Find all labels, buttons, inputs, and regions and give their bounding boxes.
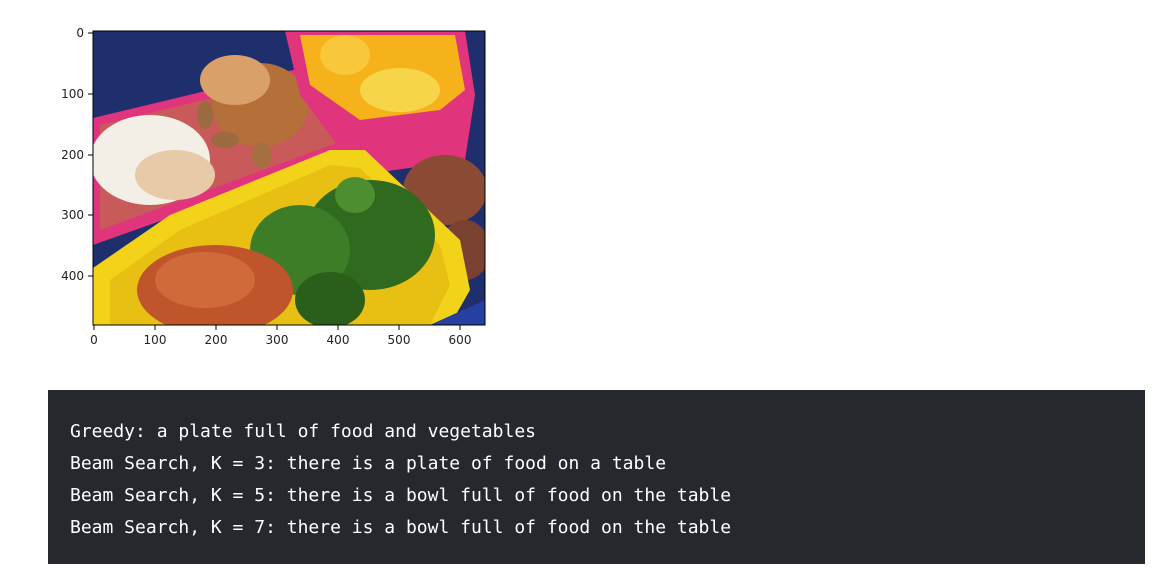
- image-plot: 0 100 200 300 400 0 100 200 300 400 500 …: [0, 0, 520, 360]
- x-tick-label: 500: [388, 333, 411, 347]
- cell-output: Greedy: a plate full of food and vegetab…: [48, 390, 1145, 564]
- output-line-greedy: Greedy: a plate full of food and vegetab…: [70, 421, 536, 442]
- x-tick-label: 600: [449, 333, 472, 347]
- output-line-beam-k7: Beam Search, K = 7: there is a bowl full…: [70, 517, 732, 538]
- y-axis: 0 100 200 300 400: [61, 26, 93, 283]
- y-tick-label: 100: [61, 87, 84, 101]
- output-line-beam-k3: Beam Search, K = 3: there is a plate of …: [70, 453, 667, 474]
- plot-svg: 0 100 200 300 400 0 100 200 300 400 500 …: [61, 26, 486, 347]
- x-tick-label: 0: [90, 333, 98, 347]
- x-tick-label: 200: [205, 333, 228, 347]
- x-tick-label: 100: [144, 333, 167, 347]
- x-tick-label: 400: [327, 333, 350, 347]
- x-tick-label: 300: [266, 333, 289, 347]
- food-image: [93, 31, 485, 325]
- y-tick-label: 300: [61, 208, 84, 222]
- y-tick-label: 400: [61, 269, 84, 283]
- output-line-beam-k5: Beam Search, K = 5: there is a bowl full…: [70, 485, 732, 506]
- y-tick-label: 0: [76, 26, 84, 40]
- x-axis: 0 100 200 300 400 500 600: [90, 325, 471, 347]
- y-tick-label: 200: [61, 148, 84, 162]
